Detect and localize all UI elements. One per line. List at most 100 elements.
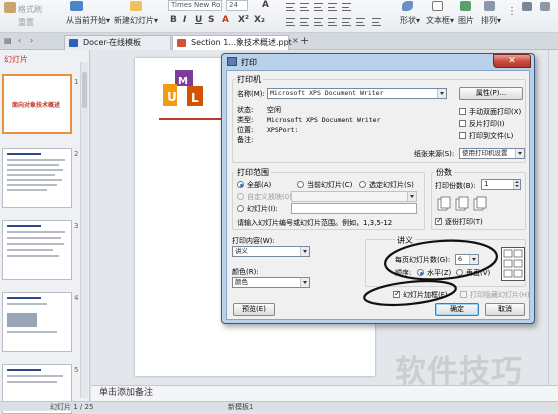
thumbnail-scrollbar[interactable] bbox=[80, 62, 88, 398]
print-dialog: 打印 ✕ 打印机 名称(M): Microsoft XPS Document W… bbox=[221, 53, 535, 324]
properties-button[interactable]: 属性(P)... bbox=[459, 87, 523, 100]
order-vertical-radio[interactable] bbox=[456, 269, 463, 276]
color-select[interactable]: 颜色 bbox=[232, 277, 310, 288]
new-tab-icon[interactable]: + bbox=[300, 34, 309, 47]
slide-scrollbar[interactable] bbox=[548, 50, 558, 385]
range-slides-radio[interactable] bbox=[237, 205, 244, 212]
replace-icon[interactable] bbox=[540, 2, 550, 11]
chevron-down-icon bbox=[437, 89, 446, 98]
thumb-heading bbox=[7, 369, 41, 371]
print-hidden-checkbox[interactable] bbox=[460, 291, 467, 298]
printer-name-select[interactable]: Microsoft XPS Document Writer bbox=[267, 88, 447, 99]
align-left-icon[interactable] bbox=[286, 3, 295, 11]
custom-show-select[interactable] bbox=[291, 191, 417, 202]
range-current-label: 当前幻灯片(C) bbox=[307, 181, 353, 189]
slides-range-input[interactable] bbox=[291, 203, 417, 214]
font-name-select[interactable]: Times New Ro bbox=[168, 0, 222, 11]
chevron-down-icon bbox=[300, 247, 309, 256]
ppt-file-icon bbox=[177, 39, 186, 47]
justify-right-icon[interactable] bbox=[314, 18, 323, 26]
spinner-arrows-icon[interactable] bbox=[513, 180, 520, 189]
font-color-icon[interactable]: A bbox=[222, 15, 229, 25]
status-value: 空闲 bbox=[267, 106, 281, 114]
dialog-title: 打印 bbox=[241, 58, 257, 67]
chevron-down-icon bbox=[300, 278, 309, 287]
shadow-icon[interactable]: S bbox=[208, 15, 214, 25]
notes-placeholder: 单击添加备注 bbox=[99, 388, 154, 398]
chevron-left-icon[interactable]: ‹ bbox=[18, 36, 21, 45]
italic-icon[interactable]: I bbox=[183, 15, 186, 25]
slide-thumbnail[interactable]: 面向对象技术概述 bbox=[2, 74, 72, 134]
from-current-button[interactable]: 从当前开始▾ bbox=[66, 15, 110, 26]
grow-font-icon[interactable]: A bbox=[262, 0, 269, 10]
order-label: 顺序: bbox=[395, 269, 412, 277]
order-horizontal-radio[interactable] bbox=[417, 269, 424, 276]
copies-spinner[interactable]: 1 bbox=[481, 179, 521, 190]
more-icon[interactable]: ⋮ bbox=[507, 6, 517, 17]
columns-icon[interactable] bbox=[372, 18, 381, 26]
arrange-icon[interactable] bbox=[484, 1, 495, 11]
underline-icon[interactable]: U bbox=[195, 15, 202, 25]
comment-label: 备注: bbox=[237, 136, 254, 144]
textbox-icon[interactable] bbox=[432, 1, 443, 11]
align-center-icon[interactable] bbox=[300, 3, 309, 11]
custom-show-radio[interactable] bbox=[237, 193, 244, 200]
bold-icon[interactable]: B bbox=[170, 15, 177, 25]
range-all-radio[interactable] bbox=[237, 181, 244, 188]
numbering-icon[interactable] bbox=[328, 3, 337, 11]
textbox-button[interactable]: 文本框▾ bbox=[426, 15, 454, 26]
print-content-select[interactable]: 讲义 bbox=[232, 246, 310, 257]
tab-presentation[interactable]: Section 1...象技术概述.ppt bbox=[172, 35, 292, 50]
indent-icon[interactable] bbox=[342, 3, 351, 11]
preview-button[interactable]: 预览(E) bbox=[233, 303, 275, 316]
format-painter-button[interactable]: 格式刷 bbox=[18, 4, 42, 15]
bullets-icon[interactable] bbox=[314, 3, 323, 11]
picture-button[interactable]: 图片 bbox=[458, 15, 474, 26]
range-current-radio[interactable] bbox=[297, 181, 304, 188]
justify-full-icon[interactable] bbox=[328, 18, 337, 26]
range-selection-label: 选定幻灯片(S) bbox=[369, 181, 414, 189]
shape-icon[interactable] bbox=[402, 1, 413, 11]
copies-group-label: 份数 bbox=[434, 167, 454, 178]
ribbon-toolbar: 格式刷 重置 从当前开始▾ 新建幻灯片▾ Times New Ro 24 B I… bbox=[0, 0, 558, 33]
line-spacing-icon[interactable] bbox=[356, 18, 365, 26]
manual-duplex-checkbox[interactable] bbox=[459, 108, 466, 115]
slide-thumbnail[interactable] bbox=[2, 148, 72, 208]
print-to-file-checkbox[interactable] bbox=[459, 132, 466, 139]
range-selection-radio[interactable] bbox=[359, 181, 366, 188]
order-vertical-label: 垂直(V) bbox=[466, 269, 491, 277]
picture-icon[interactable] bbox=[460, 1, 471, 11]
justify-left-icon[interactable] bbox=[286, 18, 295, 26]
scroll-thumb[interactable] bbox=[82, 72, 87, 108]
paste-icon[interactable] bbox=[4, 2, 16, 13]
find-icon[interactable] bbox=[522, 2, 532, 11]
arrange-button[interactable]: 排列▾ bbox=[481, 15, 501, 26]
dialog-body: 打印机 名称(M): Microsoft XPS Document Writer… bbox=[226, 70, 530, 320]
slide-thumbnail[interactable] bbox=[2, 220, 72, 280]
panel-icon[interactable]: ▤ bbox=[4, 36, 12, 45]
close-button[interactable]: ✕ bbox=[493, 54, 531, 68]
cancel-button[interactable]: 取消 bbox=[485, 303, 525, 316]
reset-button[interactable]: 重置 bbox=[18, 17, 34, 28]
slide-number: 5 bbox=[74, 366, 79, 374]
chevron-right-icon[interactable]: › bbox=[30, 36, 33, 45]
slides-per-page-select[interactable]: 6 bbox=[455, 254, 479, 265]
subscript-icon[interactable]: X₂ bbox=[254, 15, 265, 25]
justify-center-icon[interactable] bbox=[300, 18, 309, 26]
new-slide-button[interactable]: 新建幻灯片▾ bbox=[114, 15, 158, 26]
tab-close-icon[interactable]: × bbox=[292, 36, 299, 45]
frame-slides-checkbox[interactable] bbox=[393, 289, 401, 298]
new-slide-icon[interactable] bbox=[130, 1, 142, 11]
font-size-select[interactable]: 24 bbox=[226, 0, 248, 11]
distribute-icon[interactable] bbox=[342, 18, 351, 26]
play-icon[interactable] bbox=[70, 1, 83, 11]
ok-button[interactable]: 确定 bbox=[435, 303, 479, 316]
dialog-titlebar[interactable]: 打印 ✕ bbox=[222, 54, 534, 69]
paper-source-select[interactable]: 使用打印机设置 bbox=[459, 148, 525, 159]
tab-docer[interactable]: Docer-在线模板 bbox=[64, 35, 171, 50]
shape-button[interactable]: 形状▾ bbox=[400, 15, 420, 26]
slide-thumbnail[interactable] bbox=[2, 292, 72, 352]
superscript-icon[interactable]: X² bbox=[238, 15, 249, 25]
reverse-print-checkbox[interactable] bbox=[459, 120, 466, 127]
collate-checkbox[interactable] bbox=[435, 216, 443, 225]
